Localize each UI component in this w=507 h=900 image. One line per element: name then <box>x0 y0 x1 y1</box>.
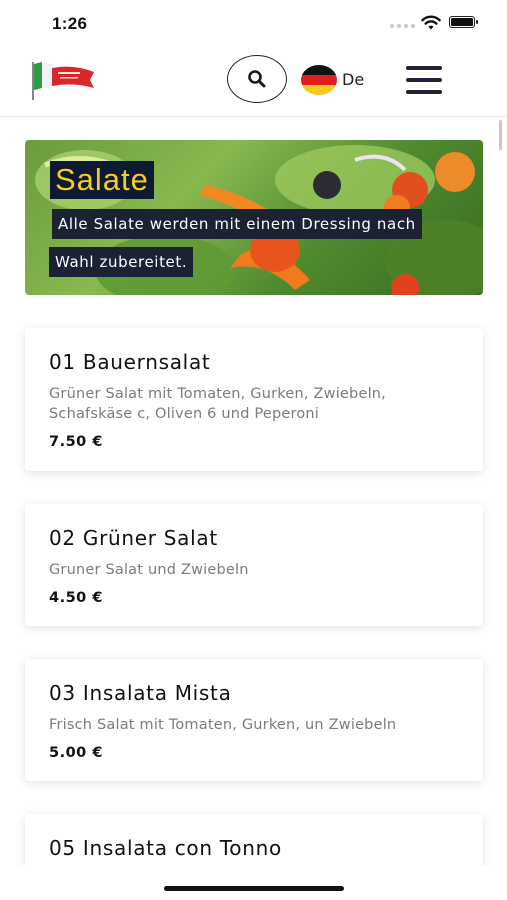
german-flag-icon[interactable] <box>301 65 337 95</box>
battery-icon <box>449 16 478 28</box>
item-price: 5.00 € <box>49 745 103 761</box>
category-description-line1: Alle Salate werden mit einem Dressing na… <box>52 209 422 239</box>
app-header: De <box>0 48 507 116</box>
category-description-line2: Wahl zubereitet. <box>49 247 194 277</box>
restaurant-logo-flag-icon[interactable] <box>28 58 98 102</box>
item-title: 05 Insalata con Tonno <box>49 836 282 860</box>
search-button[interactable] <box>227 55 287 103</box>
category-banner: Salate Alle Salate werden mit einem Dres… <box>25 140 483 295</box>
item-description: Grüner Salat mit Tomaten, Gurken, Zwiebe… <box>49 386 386 422</box>
header-divider <box>0 116 507 117</box>
wifi-icon <box>421 15 441 30</box>
menu-item-card[interactable]: 02 Grüner Salat Gruner Salat und Zwiebel… <box>25 504 483 626</box>
signal-icon <box>390 24 415 28</box>
item-title: 01 Bauernsalat <box>49 350 211 374</box>
item-description: Frisch Salat mit Tomaten, Gurken, un Zwi… <box>49 717 397 733</box>
item-title: 03 Insalata Mista <box>49 681 232 705</box>
home-indicator[interactable] <box>164 886 344 891</box>
item-description: Gruner Salat und Zwiebeln <box>49 562 249 578</box>
menu-item-card[interactable]: 01 Bauernsalat Grüner Salat mit Tomaten,… <box>25 328 483 471</box>
hamburger-menu-icon[interactable] <box>406 66 442 94</box>
menu-item-card[interactable]: 03 Insalata Mista Frisch Salat mit Tomat… <box>25 659 483 781</box>
status-bar: 1:26 <box>0 0 507 44</box>
scrollbar[interactable] <box>499 120 502 150</box>
item-price: 4.50 € <box>49 590 103 606</box>
category-title: Salate <box>50 161 154 199</box>
status-time: 1:26 <box>52 14 88 33</box>
language-label[interactable]: De <box>342 70 364 89</box>
item-title: 02 Grüner Salat <box>49 526 218 550</box>
bottom-safe-area <box>0 865 507 900</box>
item-price: 7.50 € <box>49 434 103 450</box>
search-icon <box>248 70 266 88</box>
